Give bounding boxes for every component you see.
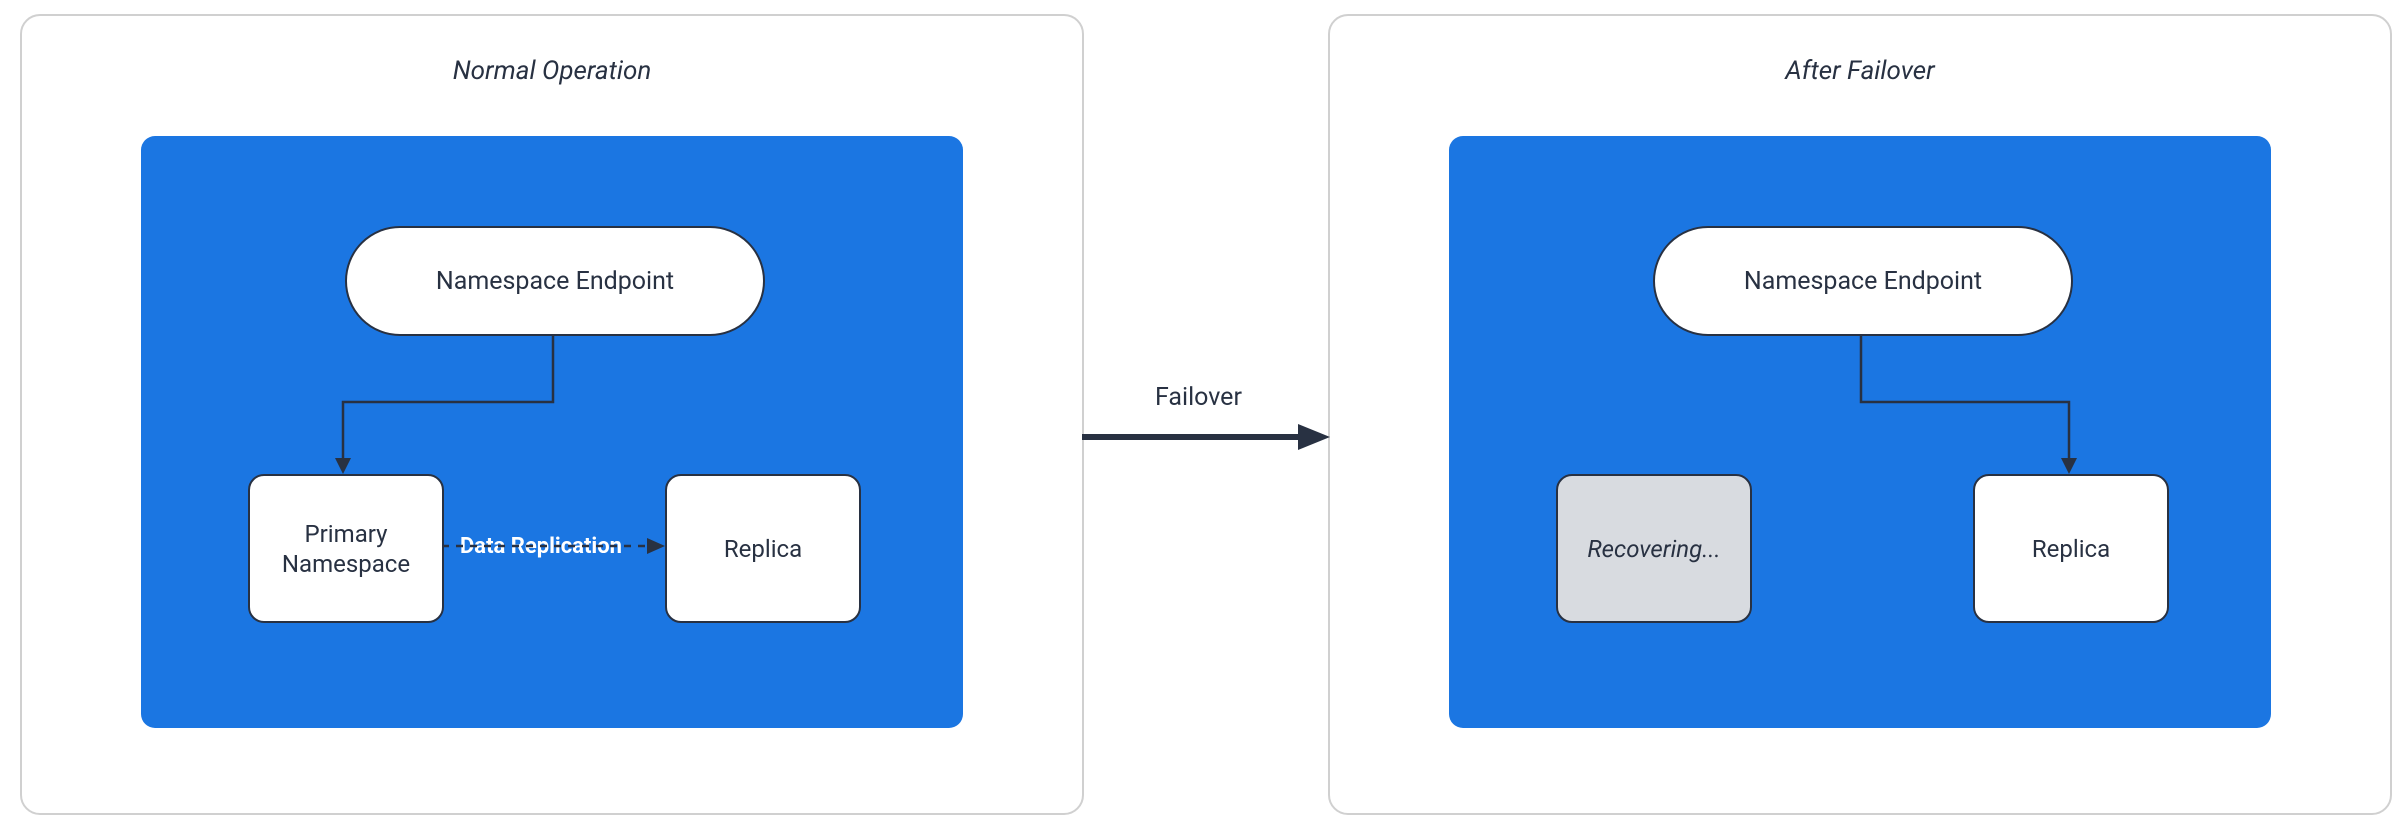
- arrow-endpoint-to-replica: [1449, 136, 2271, 728]
- panel-after-failover: After Failover Namespace Endpoint Recove…: [1328, 14, 2392, 815]
- failover-label: Failover: [1155, 383, 1242, 412]
- panel-normal-operation: Normal Operation Namespace Endpoint Prim…: [20, 14, 1084, 815]
- title-normal-operation: Normal Operation: [22, 56, 1082, 86]
- namespace-box-left: Namespace Endpoint Primary Namespace Rep…: [141, 136, 963, 728]
- diagram-stage: Normal Operation Namespace Endpoint Prim…: [0, 0, 2407, 828]
- arrow-data-replication: [141, 136, 963, 728]
- title-after-failover: After Failover: [1330, 56, 2390, 86]
- arrow-failover: [1082, 420, 1330, 454]
- namespace-box-right: Namespace Endpoint Recovering... Replica: [1449, 136, 2271, 728]
